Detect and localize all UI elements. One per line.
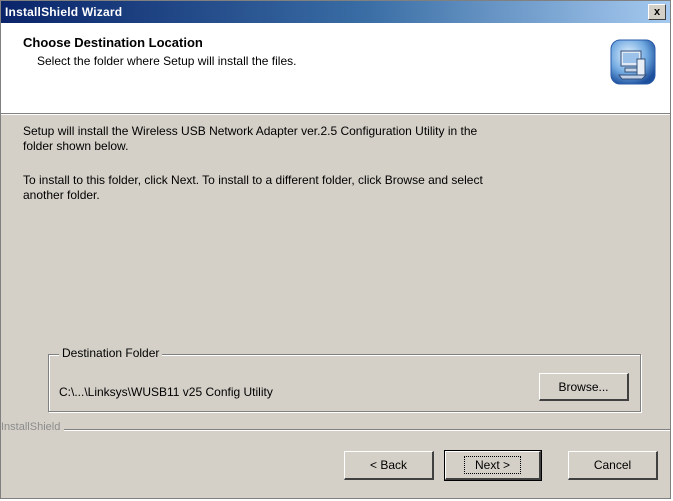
back-button-label: < Back [369,458,408,472]
install-instructions: To install to this folder, click Next. T… [23,173,633,203]
page-title: Choose Destination Location [23,35,203,50]
instruction-line: To install to this folder, click Next. T… [23,173,483,187]
header-divider [1,113,670,115]
instruction-line: another folder. [23,188,100,202]
description-line: folder shown below. [23,139,129,153]
close-button[interactable]: x [648,4,666,20]
wizard-header: Choose Destination Location Select the f… [1,23,670,113]
cancel-button[interactable]: Cancel [568,451,658,480]
destination-folder-group: Destination Folder C:\...\Linksys\WUSB11… [48,346,641,412]
brand-divider [1,429,670,431]
back-button[interactable]: < Back [344,451,434,480]
next-button-label: Next > [463,456,521,474]
page-subtitle: Select the folder where Setup will insta… [37,54,297,68]
destination-path: C:\...\Linksys\WUSB11 v25 Config Utility [59,385,273,399]
installshield-brand: InstallShield [1,421,65,433]
browse-button-label: Browse... [558,379,609,394]
cancel-button-label: Cancel [593,458,632,472]
close-icon: x [653,5,661,18]
window-title: InstallShield Wizard [5,5,123,19]
setup-computer-icon [610,39,656,85]
description-line: Setup will install the Wireless USB Netw… [23,124,478,138]
installshield-wizard-window: InstallShield Wizard x Choose Destinatio… [0,0,671,499]
next-button[interactable]: Next > [444,450,542,481]
browse-button[interactable]: Browse... [539,373,629,401]
install-description: Setup will install the Wireless USB Netw… [23,124,633,154]
title-bar[interactable]: InstallShield Wizard x [1,1,670,23]
destination-folder-legend: Destination Folder [59,346,163,360]
